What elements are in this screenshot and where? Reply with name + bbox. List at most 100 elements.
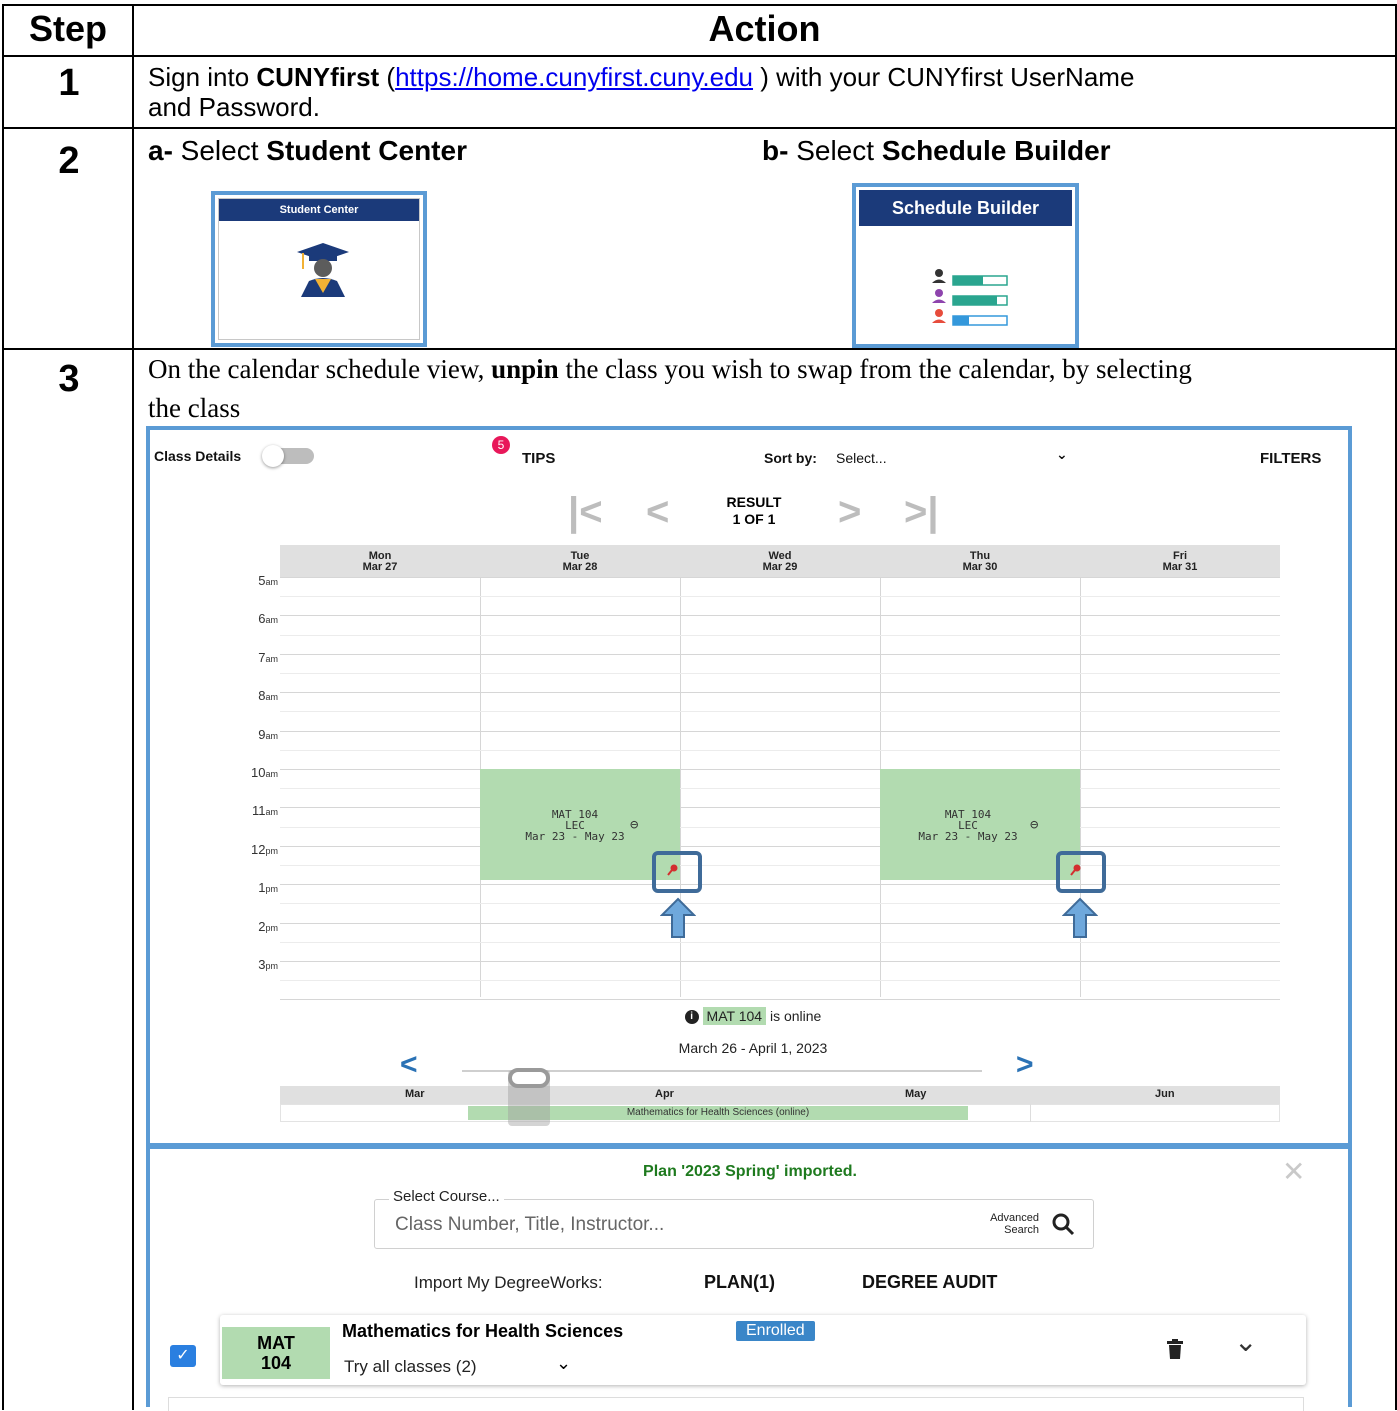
pin-icon[interactable]	[667, 864, 679, 876]
course-checkbox[interactable]: ✓	[170, 1345, 196, 1367]
event-mat104-tue[interactable]: MAT 104 LEC Mar 23 - May 23 ⊖	[480, 769, 680, 880]
time-label: 7am	[238, 650, 278, 665]
hour-line	[280, 999, 1280, 1001]
time-label: 1pm	[238, 880, 278, 895]
prev-result-icon[interactable]: <	[646, 492, 669, 532]
planner-screenshot: Plan '2023 Spring' imported. ✕ Select Co…	[146, 1145, 1352, 1411]
sort-label: Sort by:	[764, 450, 817, 466]
info-icon: i	[684, 1010, 699, 1025]
try-all-classes[interactable]: Try all classes (2)	[344, 1357, 477, 1377]
time-period: pm	[265, 845, 278, 856]
day-header: Thu Mar 30	[880, 551, 1080, 573]
half-hour-line	[280, 596, 1280, 598]
result-label: RESULT	[726, 494, 782, 510]
hour-line	[280, 769, 1280, 770]
event-mat104-thu[interactable]: MAT 104 LEC Mar 23 - May 23 ⊖	[880, 769, 1080, 880]
step-number-3: 3	[58, 358, 80, 400]
slider-grip	[508, 1068, 550, 1088]
table-border-top	[2, 4, 1397, 6]
last-result-icon[interactable]: >|	[904, 492, 939, 532]
event-range: Mar 23 - May 23	[918, 830, 1018, 843]
sort-select[interactable]: Select...	[836, 450, 887, 466]
half-hour-line	[280, 634, 1280, 636]
next-result-icon[interactable]: >	[838, 492, 861, 532]
try-all-chevron-down-icon[interactable]: ⌄	[556, 1353, 571, 1374]
day-header: Fri Mar 31	[1080, 551, 1280, 573]
result-counter: RESULT 1 OF 1	[716, 494, 792, 528]
half-hour-line	[280, 980, 1280, 982]
student-center-card: Student Center	[218, 198, 420, 340]
step1-paren: (	[379, 62, 396, 92]
student-center-tile[interactable]: Student Center	[211, 191, 427, 347]
instruction-document: Step Action 1 Sign into CUNYfirst (https…	[0, 0, 1397, 1411]
day-header: Wed Mar 29	[680, 551, 880, 573]
next-week-chevron-icon[interactable]: >	[1016, 1048, 1034, 1082]
advanced-search-line1: Advanced	[990, 1212, 1039, 1224]
half-hour-line	[280, 941, 1280, 943]
toggle-knob	[262, 445, 284, 467]
calendar-grid: Mon Mar 27 Tue Mar 28 Wed Mar 29 Thu Mar 30 Fri M…	[280, 545, 1280, 1001]
month-header	[280, 1086, 1280, 1104]
step3-unpin: unpin	[491, 354, 559, 384]
online-course-code: MAT 104	[702, 1007, 767, 1025]
calendar-screenshot: Class Details 5 TIPS Sort by: Select... …	[146, 426, 1352, 1147]
day-date: Mar 27	[362, 561, 398, 573]
advanced-search-button[interactable]: Advanced Search	[959, 1212, 1039, 1236]
pin-icon[interactable]	[1070, 864, 1082, 876]
hour-line	[280, 845, 1280, 847]
schedule-builder-tile[interactable]: Schedule Builder	[852, 183, 1079, 348]
class-details-label: Class Details	[154, 448, 242, 464]
half-hour-line	[280, 673, 1280, 674]
step2-b-text: b- Select Schedule Builder	[762, 136, 1111, 166]
tips-badge: 5	[492, 436, 510, 454]
time-label: 5am	[238, 573, 278, 588]
time-label: 6am	[238, 611, 278, 626]
prev-week-chevron-icon[interactable]: <	[400, 1048, 418, 1082]
time-label: 12pm	[238, 842, 278, 857]
banner-text: Plan '2023 Spring' imported.	[643, 1163, 857, 1180]
hour-line	[280, 807, 1280, 809]
hour-line	[280, 961, 1280, 962]
class-details-toggle[interactable]	[262, 445, 314, 467]
step-number-2: 2	[58, 140, 80, 182]
student-center-title: Student Center	[219, 199, 419, 221]
timeline-divider	[1030, 1104, 1031, 1122]
arrow-up-icon	[1062, 897, 1098, 938]
hour-line	[280, 884, 1280, 886]
time-period: pm	[265, 884, 278, 895]
step1-suffix: ) with your CUNYfirst UserName	[753, 62, 1135, 92]
trash-icon[interactable]	[1166, 1339, 1184, 1359]
cunyfirst-link[interactable]: https://home.cunyfirst.cuny.edu	[395, 62, 753, 92]
event-range: Mar 23 - May 23	[525, 830, 625, 843]
close-icon[interactable]: ✕	[1282, 1155, 1305, 1188]
course-code-block: MAT 104	[222, 1327, 330, 1379]
tips-button[interactable]: TIPS	[522, 450, 555, 467]
schedule-list-icon	[932, 269, 1008, 326]
graduate-icon	[297, 243, 349, 297]
course-card: MAT 104 Mathematics for Health Sciences …	[220, 1315, 1306, 1385]
first-result-icon[interactable]: |<	[568, 492, 603, 532]
month-label: Apr	[655, 1088, 674, 1100]
select-course-label: Select Course...	[389, 1188, 504, 1205]
time-period: am	[265, 769, 278, 779]
import-degreeworks-label: Import My DegreeWorks:	[414, 1273, 603, 1292]
table-rule-step2	[2, 348, 1397, 350]
month-label: Mar	[405, 1088, 425, 1100]
plan-link[interactable]: PLAN(1)	[704, 1272, 775, 1293]
select-course-field[interactable]: Select Course... Class Number, Title, In…	[374, 1188, 1094, 1249]
hour-line	[280, 615, 1280, 617]
sort-chevron-down-icon[interactable]: ⌄	[1056, 446, 1068, 463]
search-icon[interactable]	[1051, 1212, 1075, 1236]
expand-chevron-down-icon[interactable]: ⌄	[1234, 1325, 1257, 1358]
day-header: Mon Mar 27	[280, 551, 480, 573]
timeline-slider-handle[interactable]	[508, 1068, 550, 1126]
time-period: am	[265, 692, 278, 703]
week-range: March 26 - April 1, 2023	[678, 1040, 828, 1056]
step2-b-select: Select	[788, 135, 882, 166]
degree-audit-link[interactable]: DEGREE AUDIT	[862, 1272, 997, 1293]
time-label: 10am	[238, 765, 278, 780]
online-note-text: is online	[766, 1008, 822, 1024]
half-hour-line	[280, 788, 1280, 790]
result-count: 1 OF 1	[732, 511, 776, 527]
filters-button[interactable]: FILTERS	[1260, 450, 1321, 467]
